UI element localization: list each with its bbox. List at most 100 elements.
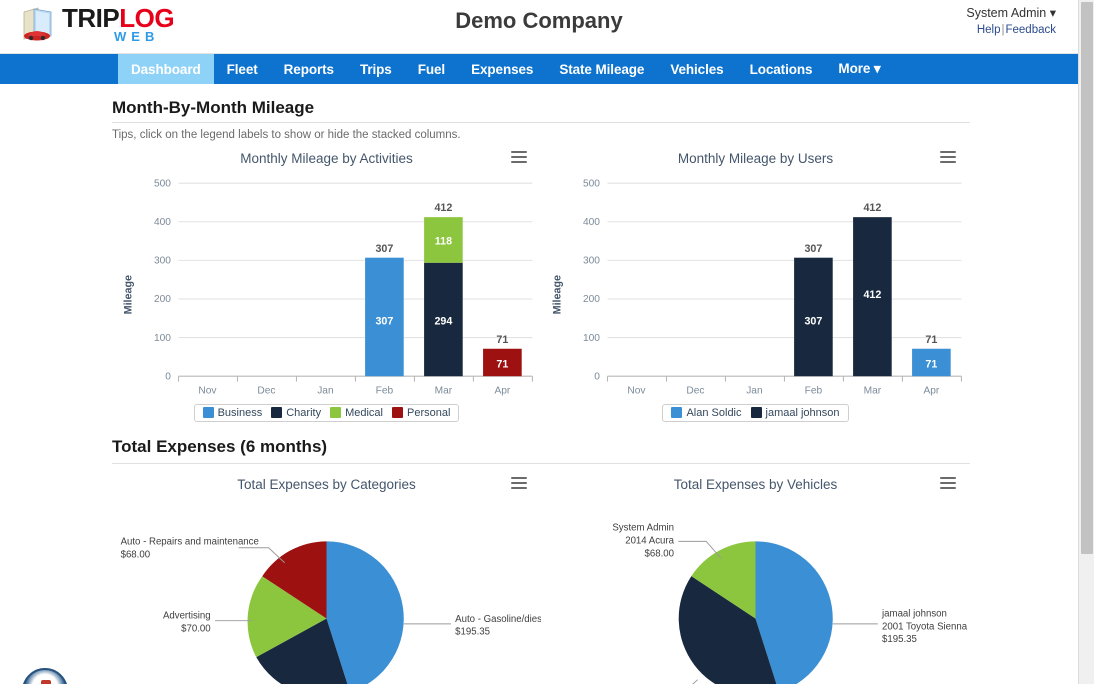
page-scrollbar[interactable] — [1078, 0, 1094, 684]
x-axis-ticks-activities — [179, 376, 533, 381]
svg-text:Dec: Dec — [686, 385, 704, 396]
legend-swatch-medical — [330, 407, 341, 418]
user-area: System Admin ▾ Help|Feedback — [966, 5, 1056, 36]
bar-chart-activities: Mileage 500 400 — [112, 166, 541, 402]
legend-swatch-charity — [271, 407, 282, 418]
x-axis-labels-users: Nov Dec Jan Feb Mar Apr — [627, 385, 939, 396]
app-header: TRIPLOG WEB Demo Company System Admin ▾ … — [0, 0, 1078, 54]
pie-label-gasoline-name: Auto - Gasoline/diesel — [455, 614, 541, 625]
bar-total-feb-users: 307 — [804, 243, 822, 255]
legend-label-alan-soldic: Alan Soldic — [686, 407, 741, 419]
pie-label-gasoline-value: $195.35 — [455, 627, 490, 638]
legend-label-personal: Personal — [407, 407, 450, 419]
y-axis-labels-users: 500 400 300 200 100 0 — [583, 178, 600, 382]
legend-item-alan-soldic[interactable]: Alan Soldic — [669, 407, 743, 419]
expenses-section-divider — [112, 463, 970, 471]
legend-item-jamaal-johnson[interactable]: jamaal johnson — [749, 407, 842, 419]
y-axis-labels-activities: 500 400 300 200 100 0 — [154, 178, 171, 382]
legend-item-personal[interactable]: Personal — [390, 407, 452, 419]
svg-text:400: 400 — [583, 217, 600, 228]
nav-item-more[interactable]: More ▾ — [825, 54, 893, 84]
legend-label-charity: Charity — [286, 407, 321, 419]
bar-chart-users: Mileage 500 400 — [541, 166, 970, 402]
hamburger-menu-icon[interactable] — [940, 151, 956, 164]
pie-label-repairs-name: Auto - Repairs and maintenance — [121, 537, 259, 548]
nav-item-state-mileage[interactable]: State Mileage — [546, 54, 657, 84]
pie-label-system-admin-value: $68.00 — [644, 549, 674, 560]
svg-text:500: 500 — [154, 178, 171, 189]
user-menu[interactable]: System Admin ▾ — [966, 5, 1056, 20]
hamburger-menu-icon[interactable] — [940, 477, 956, 490]
svg-text:Apr: Apr — [494, 385, 510, 396]
legend-item-medical[interactable]: Medical — [328, 407, 385, 419]
pie-chart-vehicles: System Admin 2014 Acura $68.00 jamaal jo… — [541, 492, 970, 684]
app-root: TRIPLOG WEB Demo Company System Admin ▾ … — [0, 0, 1094, 684]
x-axis-ticks-users — [608, 376, 962, 381]
legend-label-business: Business — [218, 407, 263, 419]
bar-label-feb-business: 307 — [375, 316, 393, 328]
svg-text:Nov: Nov — [198, 385, 217, 396]
svg-text:100: 100 — [583, 333, 600, 344]
chart-title-vehicles: Total Expenses by Vehicles — [541, 471, 970, 492]
svg-text:200: 200 — [583, 294, 600, 305]
legend-swatch-personal — [392, 407, 403, 418]
chart-expenses-by-categories: Total Expenses by Categories — [112, 471, 541, 684]
main-navigation: Dashboard Fleet Reports Trips Fuel Expen… — [0, 54, 1078, 84]
pie-chart-categories: Auto - Repairs and maintenance $68.00 Au… — [112, 492, 541, 684]
pie-label-system-admin-name: System Admin — [612, 523, 674, 534]
nav-item-trips[interactable]: Trips — [347, 54, 405, 84]
chart-title-activities: Monthly Mileage by Activities — [112, 145, 541, 166]
legend-label-jamaal-johnson: jamaal johnson — [766, 407, 840, 419]
nav-item-expenses[interactable]: Expenses — [458, 54, 546, 84]
svg-text:Dec: Dec — [257, 385, 275, 396]
pie-label-system-admin-vehicle: 2014 Acura — [625, 536, 674, 547]
svg-text:Jan: Jan — [317, 385, 333, 396]
hamburger-menu-icon[interactable] — [511, 151, 527, 164]
legend-label-medical: Medical — [345, 407, 383, 419]
pie-label-repairs-value: $68.00 — [121, 550, 151, 561]
svg-text:Feb: Feb — [805, 385, 823, 396]
svg-text:Apr: Apr — [923, 385, 939, 396]
nav-item-dashboard[interactable]: Dashboard — [118, 54, 214, 84]
nav-item-locations[interactable]: Locations — [737, 54, 826, 84]
bar-total-apr: 71 — [496, 334, 508, 346]
page-title: Demo Company — [0, 8, 1078, 34]
pie-label-jamaal-value: $195.35 — [882, 635, 917, 646]
bar-total-mar-users: 412 — [863, 202, 881, 214]
help-link[interactable]: Help — [977, 24, 1001, 36]
svg-text:400: 400 — [154, 217, 171, 228]
help-links: Help|Feedback — [966, 24, 1056, 36]
bar-label-mar-medical: 118 — [435, 235, 452, 247]
svg-text:300: 300 — [154, 256, 171, 267]
scrollbar-thumb[interactable] — [1081, 2, 1093, 554]
feedback-link[interactable]: Feedback — [1005, 24, 1056, 36]
pie-label-advertising-name: Advertising — [163, 611, 211, 622]
svg-text:Jan: Jan — [746, 385, 762, 396]
nav-item-vehicles[interactable]: Vehicles — [657, 54, 736, 84]
pie-label-advertising-value: $70.00 — [181, 624, 211, 635]
legend-item-charity[interactable]: Charity — [269, 407, 323, 419]
svg-text:Feb: Feb — [376, 385, 394, 396]
chart-title-users: Monthly Mileage by Users — [541, 145, 970, 166]
expenses-section-title: Total Expenses (6 months) — [112, 423, 970, 461]
nav-item-fleet[interactable]: Fleet — [214, 54, 271, 84]
nav-item-reports[interactable]: Reports — [271, 54, 347, 84]
bar-label-mar-jamaal: 412 — [863, 289, 881, 301]
hamburger-menu-icon[interactable] — [511, 477, 527, 490]
mileage-section-tip: Tips, click on the legend labels to show… — [112, 122, 970, 141]
y-axis-title-users: Mileage — [551, 275, 563, 314]
legend-activities: Business Charity Medical — [112, 404, 541, 424]
chart-mileage-by-users: Monthly Mileage by Users Mileage — [541, 145, 970, 423]
nav-item-fuel[interactable]: Fuel — [405, 54, 458, 84]
chart-expenses-by-vehicles: Total Expenses by Vehicles — [541, 471, 970, 684]
pie-label-jamaal-name: jamaal johnson — [881, 609, 947, 620]
svg-text:100: 100 — [154, 333, 171, 344]
y-gridlines-users — [608, 183, 962, 376]
nav-left-spacer — [0, 54, 118, 84]
bar-label-apr-alan: 71 — [925, 359, 937, 371]
legend-item-business[interactable]: Business — [201, 407, 265, 419]
legend-swatch-alan-soldic — [671, 407, 682, 418]
mileage-charts-row: Monthly Mileage by Activities Mileage — [112, 145, 970, 423]
bar-total-mar: 412 — [434, 202, 452, 214]
svg-text:Mar: Mar — [864, 385, 882, 396]
